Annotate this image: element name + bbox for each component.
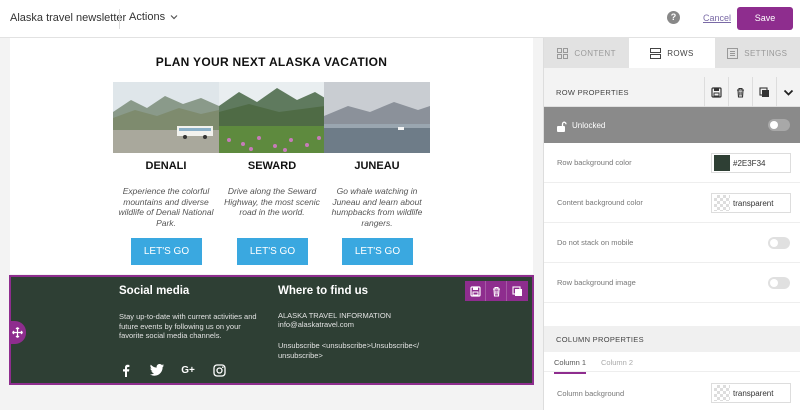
tab-rows[interactable]: ROWS xyxy=(629,38,715,68)
seward-photo xyxy=(219,82,325,153)
editor-canvas: PLAN YOUR NEXT ALASKA VACATION DENALI Ex… xyxy=(0,38,543,410)
denali-photo xyxy=(113,82,219,153)
row-background-color-property: Row background color #2E3F34 xyxy=(544,143,800,183)
column-tab-1[interactable]: Column 1 xyxy=(554,358,587,374)
tab-content[interactable]: CONTENT xyxy=(544,38,629,68)
destination-description: Experience the colorful mountains and di… xyxy=(118,186,214,228)
footer-row[interactable]: Social media Stay up-to-date with curren… xyxy=(9,275,534,385)
rows-icon xyxy=(650,47,662,59)
top-bar: Alaska travel newsletter Actions ? Cance… xyxy=(0,0,800,38)
destination-name: JUNEAU xyxy=(354,160,400,172)
social-media-title: Social media xyxy=(119,285,190,297)
row-toolbar xyxy=(465,281,528,301)
cancel-link[interactable]: Cancel xyxy=(703,13,731,23)
row-background-image-property: Row background image xyxy=(544,263,800,303)
content-background-color-picker[interactable]: transparent xyxy=(711,193,791,213)
color-swatch xyxy=(714,155,730,171)
trash-icon[interactable] xyxy=(728,77,752,107)
property-label: Content background color xyxy=(557,198,643,207)
column-tab-2[interactable]: Column 2 xyxy=(601,358,633,367)
row-properties-label: ROW PROPERTIES xyxy=(556,88,629,97)
property-label: Row background color xyxy=(557,158,632,167)
destination-name: SEWARD xyxy=(247,160,297,172)
settings-icon xyxy=(727,47,739,59)
grid-icon xyxy=(557,47,569,59)
content-row[interactable]: PLAN YOUR NEXT ALASKA VACATION DENALI Ex… xyxy=(10,38,533,274)
instagram-icon[interactable] xyxy=(212,363,226,377)
row-background-color-picker[interactable]: #2E3F34 xyxy=(711,153,791,173)
duplicate-row-icon[interactable] xyxy=(507,281,528,301)
juneau-photo xyxy=(324,82,430,153)
column-tabs: Column 1 Column 2 xyxy=(544,352,800,374)
contact-email: info@alaskatravel.com xyxy=(278,320,354,329)
panel-tabs: CONTENT ROWS SETTINGS xyxy=(544,38,800,68)
destination-name: DENALI xyxy=(145,160,187,172)
lock-row: Unlocked xyxy=(544,107,800,143)
delete-row-icon[interactable] xyxy=(486,281,507,301)
lets-go-button[interactable]: LET'S GO xyxy=(342,238,413,265)
property-label: Row background image xyxy=(557,278,636,287)
row-background-image-toggle[interactable] xyxy=(768,277,790,289)
unlocked-label: Unlocked xyxy=(572,121,606,130)
lets-go-button[interactable]: LET'S GO xyxy=(237,238,308,265)
row-properties-header: ROW PROPERTIES xyxy=(544,77,800,107)
spacer xyxy=(544,68,800,77)
property-label: Do not stack on mobile xyxy=(557,238,634,247)
social-icons: G+ xyxy=(119,363,226,377)
chevron-down-icon xyxy=(170,15,178,20)
destination-column[interactable]: JUNEAU Go whale watching in Juneau and l… xyxy=(324,82,430,265)
stack-on-mobile-property: Do not stack on mobile xyxy=(544,223,800,263)
destination-description: Drive along the Seward Highway, the most… xyxy=(224,186,320,217)
stack-on-mobile-toggle[interactable] xyxy=(768,237,790,249)
tab-label: CONTENT xyxy=(574,48,616,58)
save-button[interactable]: Save xyxy=(737,7,793,30)
find-us-title: Where to find us xyxy=(278,285,369,297)
column-properties-label: COLUMN PROPERTIES xyxy=(556,335,644,344)
destination-column[interactable]: SEWARD Drive along the Seward Highway, t… xyxy=(219,82,325,265)
twitter-icon[interactable] xyxy=(150,363,164,377)
color-value: #2E3F34 xyxy=(733,158,766,168)
color-swatch xyxy=(714,195,730,211)
tab-settings[interactable]: SETTINGS xyxy=(715,38,800,68)
newsletter-heading: PLAN YOUR NEXT ALASKA VACATION xyxy=(155,55,388,69)
color-value: transparent xyxy=(733,388,774,398)
divider xyxy=(119,9,120,29)
duplicate-icon[interactable] xyxy=(752,77,776,107)
actions-menu[interactable]: Actions xyxy=(129,11,178,23)
save-row-icon[interactable] xyxy=(465,281,486,301)
color-swatch xyxy=(714,385,730,401)
save-icon[interactable] xyxy=(704,77,728,107)
unlock-icon xyxy=(556,119,567,137)
destination-column[interactable]: DENALI Experience the colorful mountains… xyxy=(113,82,219,265)
social-media-text: Stay up-to-date with current activities … xyxy=(119,312,257,340)
document-title: Alaska travel newsletter xyxy=(10,12,127,24)
color-value: transparent xyxy=(733,198,774,208)
property-label: Column background xyxy=(557,389,625,398)
google-plus-icon[interactable]: G+ xyxy=(181,363,195,377)
collapse-chevron-icon[interactable] xyxy=(776,77,800,107)
unsubscribe-text: Unsubscribe <unsubscribe>Unsubscribe</ u… xyxy=(278,341,420,360)
column-properties-header: COLUMN PROPERTIES xyxy=(544,326,800,352)
help-icon[interactable]: ? xyxy=(667,11,680,24)
tab-label: ROWS xyxy=(667,48,694,58)
properties-panel: CONTENT ROWS SETTINGS ROW PROPERTIES Unl… xyxy=(543,38,800,410)
actions-label: Actions xyxy=(129,11,166,23)
destination-description: Go whale watching in Juneau and learn ab… xyxy=(331,186,423,228)
lock-toggle[interactable] xyxy=(768,119,790,131)
facebook-icon[interactable] xyxy=(119,363,133,377)
lets-go-button[interactable]: LET'S GO xyxy=(131,238,202,265)
tab-label: SETTINGS xyxy=(744,48,788,58)
column-background-color-picker[interactable]: transparent xyxy=(711,383,791,403)
content-background-color-property: Content background color transparent xyxy=(544,183,800,223)
column-background-property: Column background transparent xyxy=(544,374,800,410)
